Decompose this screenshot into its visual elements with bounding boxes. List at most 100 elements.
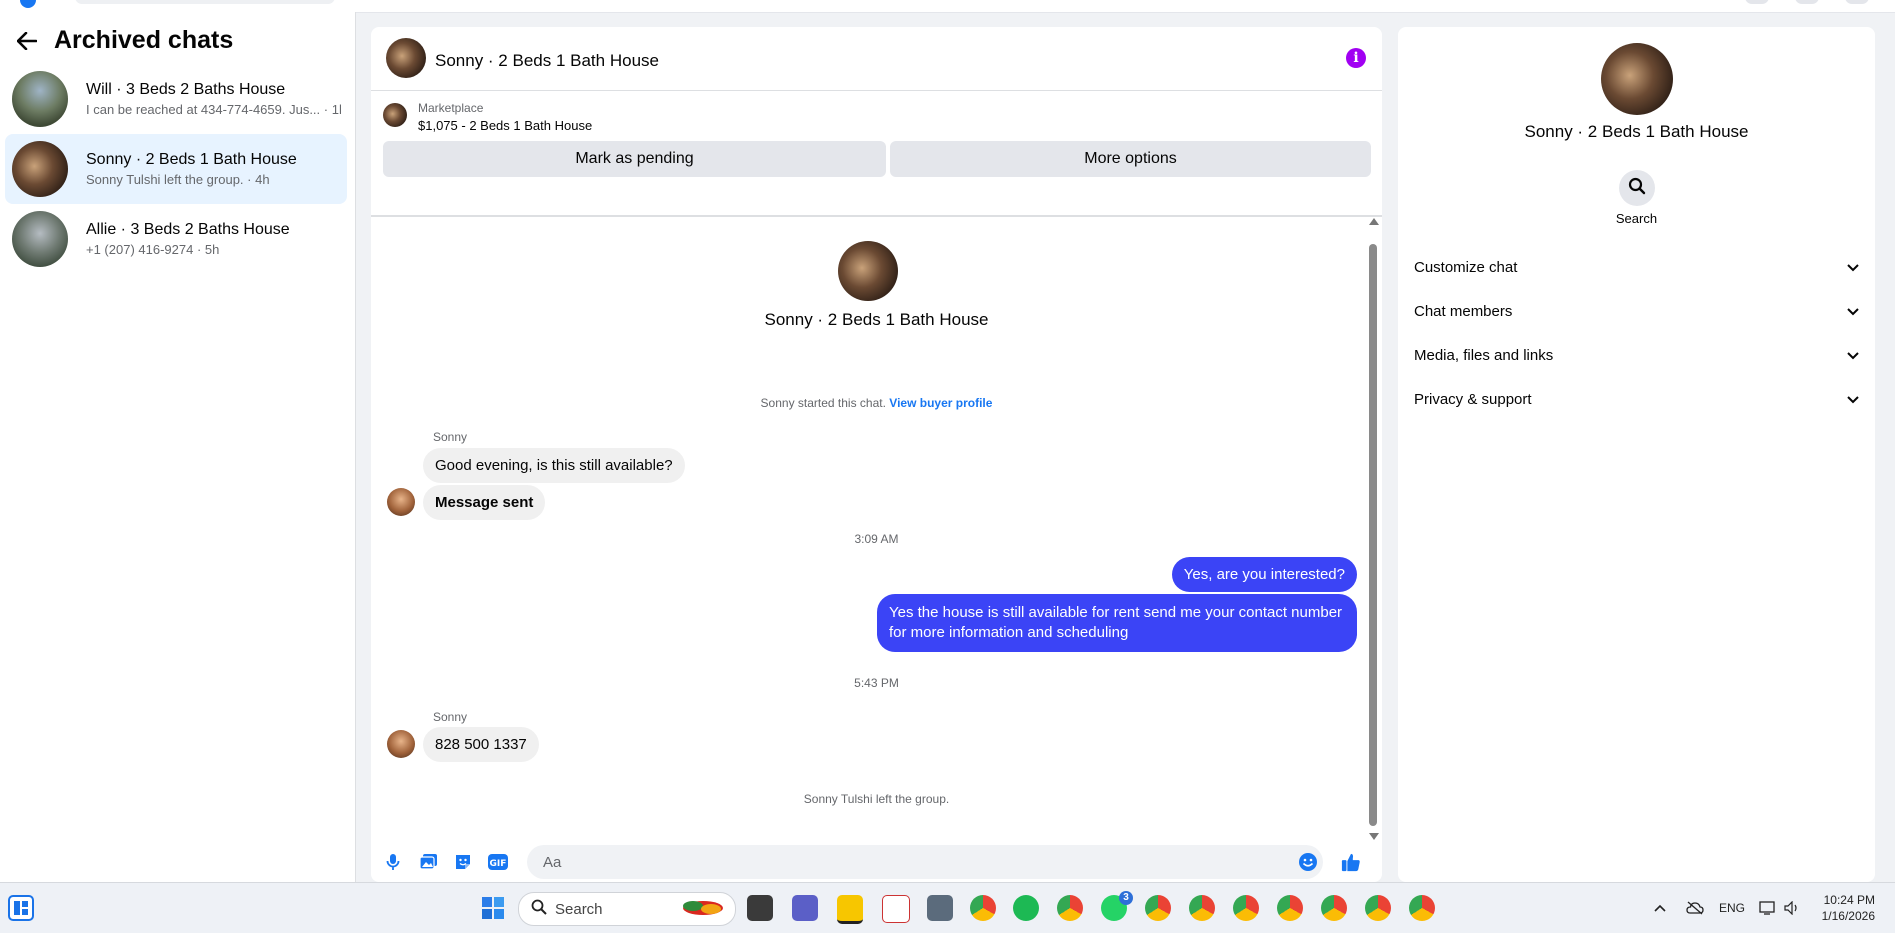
conversation-panel: Sonny · 2 Beds 1 Bath House i Marketplac… — [371, 27, 1382, 882]
chrome-profile-icon[interactable] — [1145, 895, 1171, 921]
message-composer: GIF — [371, 842, 1382, 882]
message-list: Sonny · 2 Beds 1 Bath House Sonny starte… — [371, 216, 1382, 842]
emoji-icon[interactable] — [1298, 852, 1318, 872]
whatsapp-badge: 3 — [1119, 891, 1133, 905]
conversation-avatar[interactable] — [386, 38, 426, 78]
message-input[interactable] — [527, 845, 1323, 879]
chat-preview: +1 (207) 416-9274 · 5h — [86, 242, 220, 257]
chrome-profile-icon[interactable] — [1189, 895, 1215, 921]
search-highlight-icon — [679, 895, 725, 924]
sender-avatar[interactable] — [387, 488, 415, 516]
taskbar-search-label: Search — [555, 900, 603, 918]
chat-avatar-sonny — [12, 141, 68, 197]
more-options-button[interactable]: More options — [890, 141, 1371, 177]
clock-date[interactable]: 1/16/2026 — [1815, 909, 1875, 923]
conversation-header: Sonny · 2 Beds 1 Bath House i — [371, 27, 1382, 91]
scroll-thumb[interactable] — [1369, 244, 1377, 826]
view-buyer-profile-link[interactable]: View buyer profile — [889, 396, 992, 410]
network-icon[interactable] — [1758, 895, 1778, 921]
sticker-icon[interactable] — [453, 852, 473, 872]
sender-name: Sonny — [433, 710, 468, 724]
media-files-links-row[interactable]: Media, files and links — [1406, 335, 1867, 375]
info-icon[interactable]: i — [1346, 48, 1366, 68]
customize-chat-row[interactable]: Customize chat — [1406, 247, 1867, 287]
start-menu-icon[interactable] — [480, 895, 506, 921]
thumbs-up-icon[interactable] — [1341, 852, 1361, 872]
section-label: Chat members — [1414, 302, 1513, 320]
chat-name: Sonny · 2 Beds 1 Bath House — [86, 151, 297, 168]
menu-icon[interactable] — [1745, 0, 1769, 4]
marketplace-label: Marketplace — [418, 101, 484, 115]
spotify-icon[interactable] — [1013, 895, 1039, 921]
listing-title[interactable]: $1,075 - 2 Beds 1 Bath House — [418, 118, 592, 133]
facebook-logo-icon[interactable] — [20, 0, 36, 8]
calculator-icon[interactable] — [927, 895, 953, 921]
chrome-profile-icon[interactable] — [1321, 895, 1347, 921]
page-title: Archived chats — [54, 26, 234, 54]
chat-item-will[interactable]: Will · 3 Beds 2 Baths House I can be rea… — [5, 64, 347, 134]
chrome-profile-icon[interactable] — [1409, 895, 1435, 921]
profile-avatar[interactable] — [1845, 0, 1869, 4]
chrome-profile-icon[interactable] — [1057, 895, 1083, 921]
incoming-message[interactable]: Message sent — [423, 485, 546, 520]
task-view-icon[interactable] — [747, 895, 773, 921]
chat-avatar-allie — [12, 211, 68, 267]
whatsapp-icon[interactable]: 3 — [1101, 891, 1133, 921]
search-icon — [531, 899, 547, 920]
sticky-notes-icon[interactable] — [837, 895, 863, 924]
sender-avatar[interactable] — [387, 730, 415, 758]
chrome-icon[interactable] — [970, 895, 996, 921]
chat-preview: I can be reached at 434-774-4659. Jus...… — [86, 102, 341, 117]
language-indicator[interactable]: ENG — [1719, 901, 1745, 915]
scroll-up-arrow-icon[interactable] — [1369, 218, 1379, 225]
onedrive-offline-icon[interactable] — [1685, 895, 1705, 921]
timestamp: 5:43 PM — [854, 676, 899, 690]
taskbar-search[interactable]: Search — [518, 892, 736, 926]
teams-icon[interactable] — [792, 895, 818, 921]
chat-started-text: Sonny started this chat. — [760, 396, 886, 410]
timestamp: 3:09 AM — [854, 532, 899, 546]
svg-text:GIF: GIF — [490, 859, 507, 869]
chat-started-notice: Sonny started this chat. View buyer prof… — [371, 396, 1382, 410]
sender-name: Sonny — [433, 430, 468, 444]
privacy-support-row[interactable]: Privacy & support — [1406, 379, 1867, 419]
intro-name: Sonny · 2 Beds 1 Bath House — [764, 310, 989, 329]
incoming-message[interactable]: Good evening, is this still available? — [423, 448, 685, 483]
archived-chats-panel: Archived chats Will · 3 Beds 2 Baths Hou… — [0, 12, 356, 882]
gif-icon[interactable]: GIF — [488, 852, 508, 872]
widgets-icon[interactable] — [8, 895, 34, 921]
chevron-up-icon[interactable] — [1650, 895, 1670, 921]
back-arrow-icon[interactable] — [14, 28, 40, 54]
scroll-down-arrow-icon[interactable] — [1369, 833, 1379, 840]
message-scrollbar[interactable] — [1367, 216, 1379, 842]
archived-header: Archived chats — [14, 26, 233, 55]
chat-preview: Sonny Tulshi left the group. · 4h — [86, 172, 270, 187]
conversation-title[interactable]: Sonny · 2 Beds 1 Bath House — [435, 51, 659, 71]
outgoing-message[interactable]: Yes, are you interested? — [1171, 557, 1357, 592]
chevron-down-icon — [1847, 259, 1859, 276]
chrome-profile-icon[interactable] — [1233, 895, 1259, 921]
photo-icon[interactable] — [418, 852, 438, 872]
section-label: Privacy & support — [1414, 390, 1532, 408]
search-button[interactable] — [1619, 170, 1655, 206]
chrome-profile-icon[interactable] — [1365, 895, 1391, 921]
chat-name: Allie · 3 Beds 2 Baths House — [86, 221, 290, 238]
top-search-bar[interactable] — [75, 0, 335, 4]
microphone-icon[interactable] — [383, 852, 403, 872]
snipping-tool-icon[interactable] — [882, 895, 910, 923]
marketplace-listing-bar: Marketplace $1,075 - 2 Beds 1 Bath House… — [371, 91, 1382, 217]
listing-thumbnail[interactable] — [383, 103, 407, 127]
windows-taskbar: Search 3 ENG 10:24 PM 1/16/2026 — [0, 882, 1895, 933]
volume-icon[interactable] — [1782, 895, 1802, 921]
messenger-icon[interactable] — [1795, 0, 1819, 4]
clock-time[interactable]: 10:24 PM — [1820, 893, 1875, 907]
details-avatar[interactable] — [1601, 43, 1673, 115]
outgoing-message[interactable]: Yes the house is still available for ren… — [877, 594, 1357, 652]
incoming-message[interactable]: 828 500 1337 — [423, 727, 539, 762]
chat-members-row[interactable]: Chat members — [1406, 291, 1867, 331]
chat-item-allie[interactable]: Allie · 3 Beds 2 Baths House +1 (207) 41… — [5, 204, 347, 274]
chat-item-sonny[interactable]: Sonny · 2 Beds 1 Bath House Sonny Tulshi… — [5, 134, 347, 204]
left-group-notice: Sonny Tulshi left the group. — [803, 792, 950, 806]
chrome-profile-icon[interactable] — [1277, 895, 1303, 921]
mark-as-pending-button[interactable]: Mark as pending — [383, 141, 886, 177]
